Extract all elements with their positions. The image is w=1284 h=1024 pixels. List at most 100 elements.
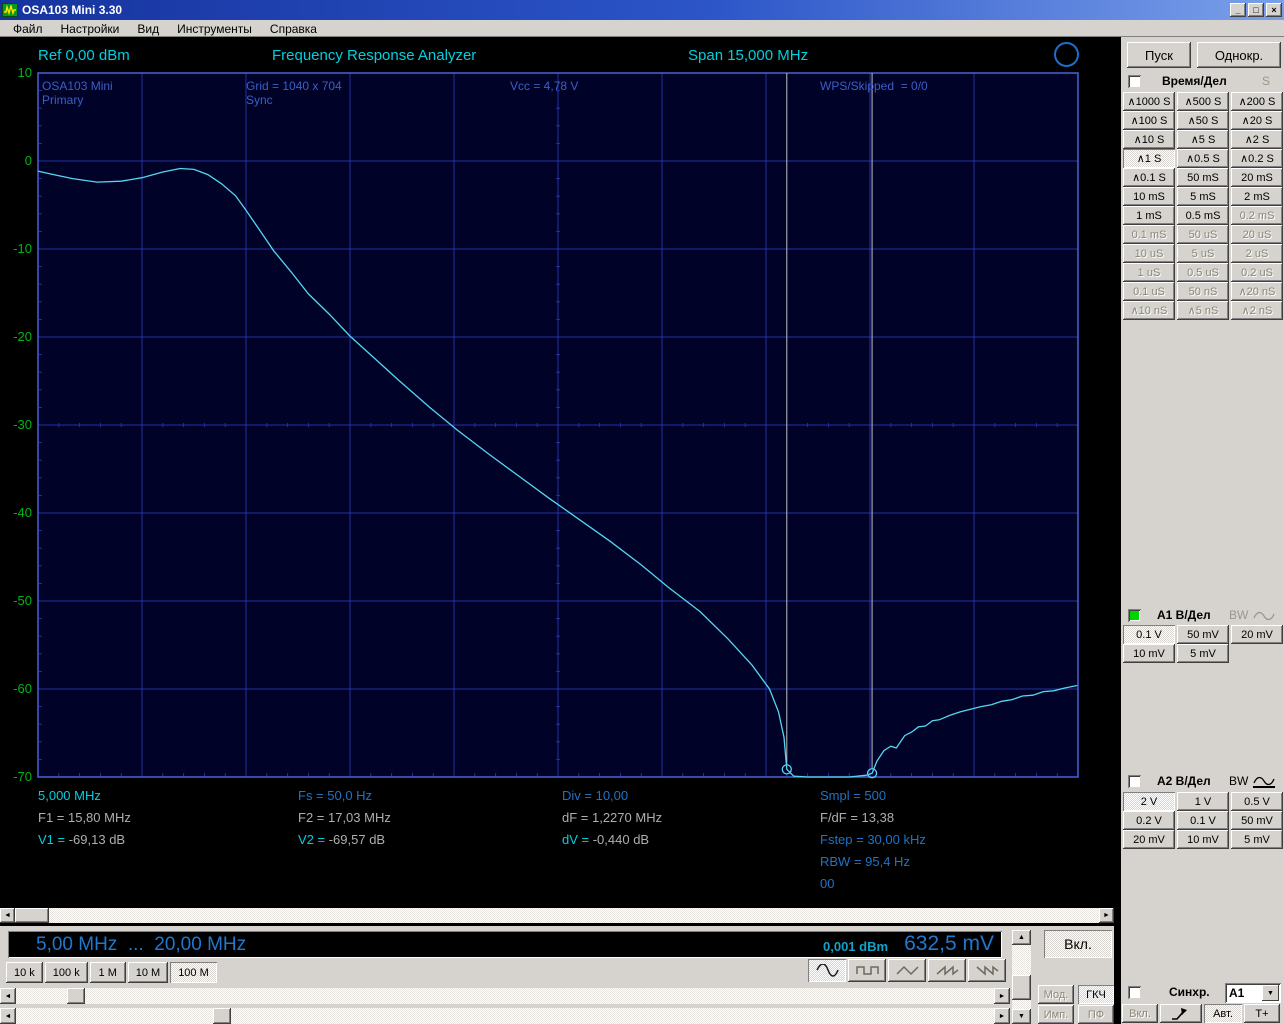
a1-vdiv-button-0-1-v[interactable]: 0.1 V: [1123, 625, 1175, 644]
a1-vdiv-button-50-mv[interactable]: 50 mV: [1177, 625, 1229, 644]
sync-enable-button[interactable]: Вкл.: [1122, 1004, 1158, 1023]
triangle-wave-icon[interactable]: [888, 959, 926, 982]
timediv-button-0-2-us[interactable]: 0.2 uS: [1231, 263, 1283, 282]
scroll-left-icon[interactable]: ◄: [0, 908, 15, 923]
timediv-button-20-us[interactable]: 20 uS: [1231, 225, 1283, 244]
timediv-button-5-ns[interactable]: ∧5 nS: [1177, 301, 1229, 320]
a2-vdiv-button-0-1-v[interactable]: 0.1 V: [1177, 811, 1229, 830]
sine-wave-icon[interactable]: [808, 959, 846, 982]
a2-vdiv-button-50-mv[interactable]: 50 mV: [1231, 811, 1283, 830]
scroll-right-icon[interactable]: ►: [994, 1008, 1010, 1024]
timediv-button-200-s[interactable]: ∧200 S: [1231, 92, 1283, 111]
generator-v-scrollbar[interactable]: ▲ ▼: [1012, 930, 1031, 1024]
timediv-button-1-s[interactable]: ∧1 S: [1123, 149, 1175, 168]
ramp-down-wave-icon[interactable]: [968, 959, 1006, 982]
timediv-button-20-ms[interactable]: 20 mS: [1231, 168, 1283, 187]
timediv-button-10-us[interactable]: 10 uS: [1123, 244, 1175, 263]
timediv-button-20-s[interactable]: ∧20 S: [1231, 111, 1283, 130]
timediv-button-1-ms[interactable]: 1 mS: [1123, 206, 1175, 225]
mode-button-пф[interactable]: ПФ: [1078, 1005, 1114, 1024]
menu-item-настройки[interactable]: Настройки: [52, 21, 129, 37]
a1-enable-checkbox[interactable]: [1128, 609, 1141, 622]
frequency-scrollbar[interactable]: ◄ ►: [0, 988, 1010, 1004]
timediv-button-5-s[interactable]: ∧5 S: [1177, 130, 1229, 149]
scroll-up-icon[interactable]: ▲: [1012, 930, 1031, 945]
timediv-button-10-ms[interactable]: 10 mS: [1123, 187, 1175, 206]
mode-button-имп[interactable]: Имп.: [1038, 1005, 1074, 1024]
single-button[interactable]: Однокр.: [1197, 42, 1281, 68]
maximize-icon[interactable]: □: [1248, 3, 1264, 17]
band-button-10-m[interactable]: 10 M: [127, 962, 169, 983]
timediv-button-50-us[interactable]: 50 uS: [1177, 225, 1229, 244]
timediv-button-500-s[interactable]: ∧500 S: [1177, 92, 1229, 111]
scrollbar-thumb[interactable]: [1012, 975, 1031, 1000]
timediv-button-50-ns[interactable]: 50 nS: [1177, 282, 1229, 301]
scrollbar-thumb[interactable]: [213, 1008, 231, 1024]
band-button-100-m[interactable]: 100 M: [170, 962, 217, 983]
trigger-slope-button[interactable]: [1160, 1004, 1202, 1023]
a2-vdiv-button-10-mv[interactable]: 10 mV: [1177, 830, 1229, 849]
scrollbar-thumb[interactable]: [67, 988, 85, 1004]
timediv-button-0-2-s[interactable]: ∧0.2 S: [1231, 149, 1283, 168]
a2-vdiv-button-5-mv[interactable]: 5 mV: [1231, 830, 1283, 849]
a1-coupling-sine-icon[interactable]: [1253, 611, 1275, 621]
a2-vdiv-button-1-v[interactable]: 1 V: [1177, 792, 1229, 811]
timediv-button-0-2-ms[interactable]: 0.2 mS: [1231, 206, 1283, 225]
menu-item-инструменты[interactable]: Инструменты: [168, 21, 261, 37]
timediv-button-0-1-ms[interactable]: 0.1 mS: [1123, 225, 1175, 244]
a1-vdiv-button-10-mv[interactable]: 10 mV: [1123, 644, 1175, 663]
plot-h-scrollbar[interactable]: ◄ ►: [0, 908, 1114, 923]
trigger-tplus-button[interactable]: T+: [1244, 1004, 1280, 1023]
timediv-button-2-ns[interactable]: ∧2 nS: [1231, 301, 1283, 320]
timediv-button-50-ms[interactable]: 50 mS: [1177, 168, 1229, 187]
amplitude-scrollbar[interactable]: ◄ ►: [0, 1008, 1010, 1024]
timediv-button-100-s[interactable]: ∧100 S: [1123, 111, 1175, 130]
close-icon[interactable]: ×: [1266, 3, 1282, 17]
scroll-left-icon[interactable]: ◄: [0, 1008, 16, 1024]
a2-vdiv-button-0-2-v[interactable]: 0.2 V: [1123, 811, 1175, 830]
timediv-button-5-us[interactable]: 5 uS: [1177, 244, 1229, 263]
timediv-button-0-1-s[interactable]: ∧0.1 S: [1123, 168, 1175, 187]
menu-item-вид[interactable]: Вид: [128, 21, 168, 37]
timediv-button-1-us[interactable]: 1 uS: [1123, 263, 1175, 282]
mode-button-мод[interactable]: Мод.: [1038, 985, 1074, 1004]
timediv-button-0-1-us[interactable]: 0.1 uS: [1123, 282, 1175, 301]
timediv-button-1000-s[interactable]: ∧1000 S: [1123, 92, 1175, 111]
a1-vdiv-button-20-mv[interactable]: 20 mV: [1231, 625, 1283, 644]
timediv-button-2-ms[interactable]: 2 mS: [1231, 187, 1283, 206]
ramp-up-wave-icon[interactable]: [928, 959, 966, 982]
scroll-down-icon[interactable]: ▼: [1012, 1009, 1031, 1024]
a2-vdiv-button-2-v[interactable]: 2 V: [1123, 792, 1175, 811]
timediv-checkbox[interactable]: [1128, 75, 1141, 88]
a2-enable-checkbox[interactable]: [1128, 775, 1141, 788]
a2-coupling-sine-icon[interactable]: [1253, 776, 1275, 788]
timediv-button-10-ns[interactable]: ∧10 nS: [1123, 301, 1175, 320]
a2-vdiv-button-0-5-v[interactable]: 0.5 V: [1231, 792, 1283, 811]
timediv-button-0-5-s[interactable]: ∧0.5 S: [1177, 149, 1229, 168]
sync-source-dropdown[interactable]: A1 ▼: [1225, 983, 1281, 1003]
menu-item-справка[interactable]: Справка: [261, 21, 326, 37]
band-button-1-m[interactable]: 1 M: [89, 962, 126, 983]
scroll-right-icon[interactable]: ►: [994, 988, 1010, 1004]
timediv-button-2-s[interactable]: ∧2 S: [1231, 130, 1283, 149]
mode-button-гкч[interactable]: ГКЧ: [1078, 985, 1114, 1004]
band-button-100-k[interactable]: 100 k: [44, 962, 88, 983]
square-wave-icon[interactable]: [848, 959, 886, 982]
scrollbar-thumb[interactable]: [15, 908, 49, 923]
minimize-icon[interactable]: _: [1230, 3, 1246, 17]
a1-vdiv-button-5-mv[interactable]: 5 mV: [1177, 644, 1229, 663]
timediv-button-10-s[interactable]: ∧10 S: [1123, 130, 1175, 149]
timediv-button-50-s[interactable]: ∧50 S: [1177, 111, 1229, 130]
sync-checkbox[interactable]: [1128, 986, 1141, 999]
trigger-auto-button[interactable]: Авт.: [1204, 1004, 1242, 1023]
generator-on-button[interactable]: Вкл.: [1044, 930, 1112, 958]
a2-vdiv-button-20-mv[interactable]: 20 mV: [1123, 830, 1175, 849]
scroll-left-icon[interactable]: ◄: [0, 988, 16, 1004]
menu-item-файл[interactable]: Файл: [4, 21, 52, 37]
dropdown-arrow-icon[interactable]: ▼: [1262, 985, 1279, 1001]
timediv-button-20-ns[interactable]: ∧20 nS: [1231, 282, 1283, 301]
timediv-button-5-ms[interactable]: 5 mS: [1177, 187, 1229, 206]
timediv-button-2-us[interactable]: 2 uS: [1231, 244, 1283, 263]
timediv-button-0-5-us[interactable]: 0.5 uS: [1177, 263, 1229, 282]
band-button-10-k[interactable]: 10 k: [6, 962, 43, 983]
